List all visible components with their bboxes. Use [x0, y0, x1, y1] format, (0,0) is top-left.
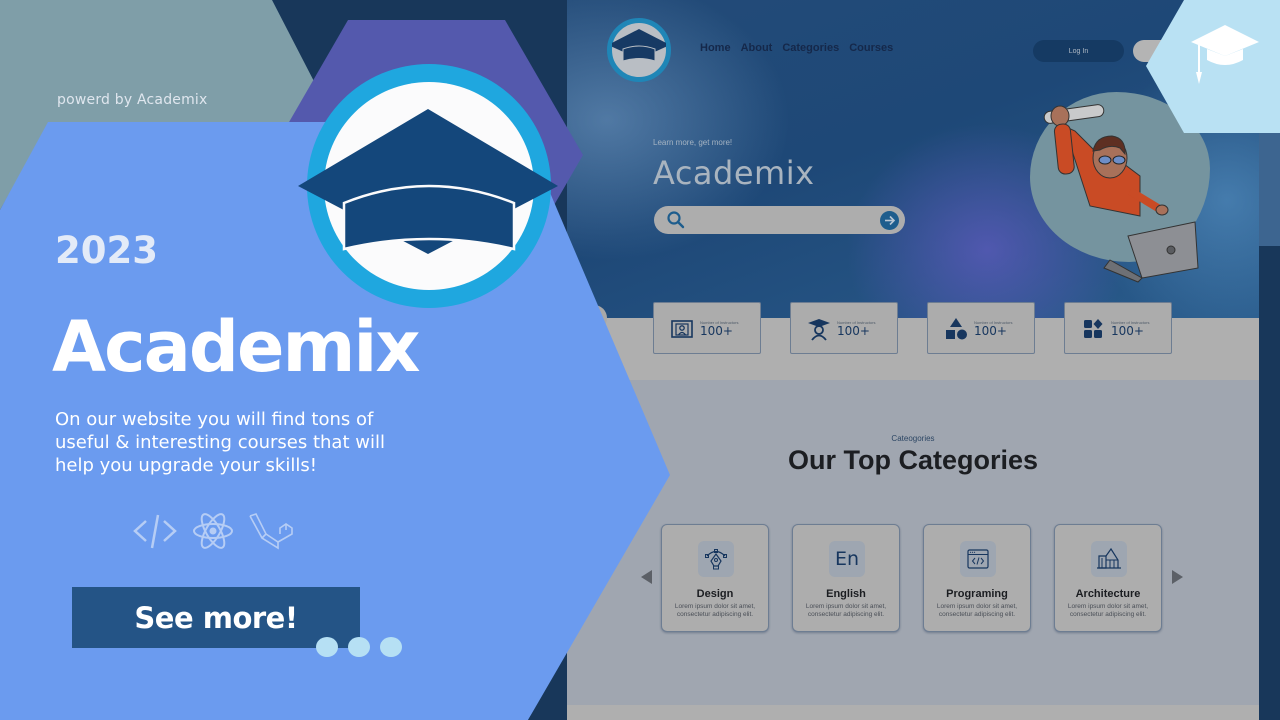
nav-about[interactable]: About	[741, 42, 773, 54]
footer-band	[567, 705, 1259, 720]
year-label: 2023	[55, 229, 158, 272]
site-logo[interactable]	[607, 18, 671, 82]
category-name: English	[826, 588, 866, 600]
stat-card: Number of Instructors 100+	[790, 302, 898, 354]
slide-dot[interactable]	[348, 637, 370, 657]
nav-courses[interactable]: Courses	[849, 42, 893, 54]
categories-title: Our Top Categories	[787, 445, 1039, 475]
stat-card: Number of Instructors 100+	[927, 302, 1035, 354]
stat-value: 100+	[974, 324, 1007, 338]
instructor-board-icon	[671, 320, 693, 338]
category-name: Architecture	[1075, 588, 1141, 600]
category-name: Design	[696, 588, 734, 600]
site-nav: Home About Categories Courses	[700, 42, 893, 54]
category-desc: Lorem ipsum dolor sit amet, consectetur …	[805, 603, 887, 618]
arrow-right-icon	[885, 215, 896, 226]
academix-logo	[298, 64, 558, 308]
search-icon	[667, 211, 685, 229]
powered-by: powerd by Academix	[57, 92, 208, 108]
brand-title: Academix	[52, 306, 421, 388]
category-desc: Lorem ipsum dolor sit amet, consectetur …	[936, 603, 1018, 618]
search-submit-button[interactable]	[880, 211, 899, 230]
tech-icons	[132, 512, 296, 550]
code-window-icon	[960, 541, 996, 577]
category-card-english[interactable]: En English Lorem ipsum dolor sit amet, c…	[792, 524, 900, 632]
category-card-programing[interactable]: Programing Lorem ipsum dolor sit amet, c…	[923, 524, 1031, 632]
building-icon	[1091, 541, 1127, 577]
shapes-icon	[946, 318, 967, 340]
promo-description: On our website you will find tons of use…	[55, 409, 385, 476]
search-input[interactable]	[654, 206, 905, 234]
category-card-architecture[interactable]: Architecture Lorem ipsum dolor sit amet,…	[1054, 524, 1162, 632]
slide-dot[interactable]	[380, 637, 402, 657]
category-name: Programing	[946, 588, 1008, 600]
graduate-icon	[808, 319, 830, 341]
stat-card: Number of Instructors 100+	[1064, 302, 1172, 354]
stat-value: 100+	[1111, 324, 1144, 338]
sun-icon	[585, 309, 603, 327]
stat-card: Number of Instructors 100+	[653, 302, 761, 354]
stat-value: 100+	[700, 324, 733, 338]
carousel-prev-button[interactable]	[641, 570, 652, 584]
stat-value: 100+	[837, 324, 870, 338]
theme-toggle[interactable]	[581, 305, 607, 331]
code-icon	[133, 514, 177, 549]
nav-home[interactable]: Home	[700, 42, 731, 54]
hero-tagline: Learn more, get more!	[653, 138, 733, 147]
slide-dot[interactable]	[316, 637, 338, 657]
laravel-icon	[249, 513, 293, 550]
graduation-cap-icon	[612, 29, 666, 62]
nav-categories[interactable]: Categories	[782, 42, 839, 54]
login-button[interactable]: Log In	[1033, 40, 1124, 62]
english-icon: En	[829, 541, 865, 577]
hero-title: Academix	[653, 154, 815, 192]
categories-kicker: Cateogories	[891, 434, 935, 443]
category-desc: Lorem ipsum dolor sit amet, consectetur …	[1067, 603, 1149, 618]
slide-dots	[316, 637, 402, 657]
corner-badge	[1146, 0, 1280, 133]
carousel-next-button[interactable]	[1172, 570, 1183, 584]
apps-grid-icon	[1084, 319, 1103, 338]
category-desc: Lorem ipsum dolor sit amet, consectetur …	[674, 603, 756, 618]
pen-tool-icon	[698, 541, 734, 577]
category-card-design[interactable]: Design Lorem ipsum dolor sit amet, conse…	[661, 524, 769, 632]
react-icon	[193, 513, 233, 549]
